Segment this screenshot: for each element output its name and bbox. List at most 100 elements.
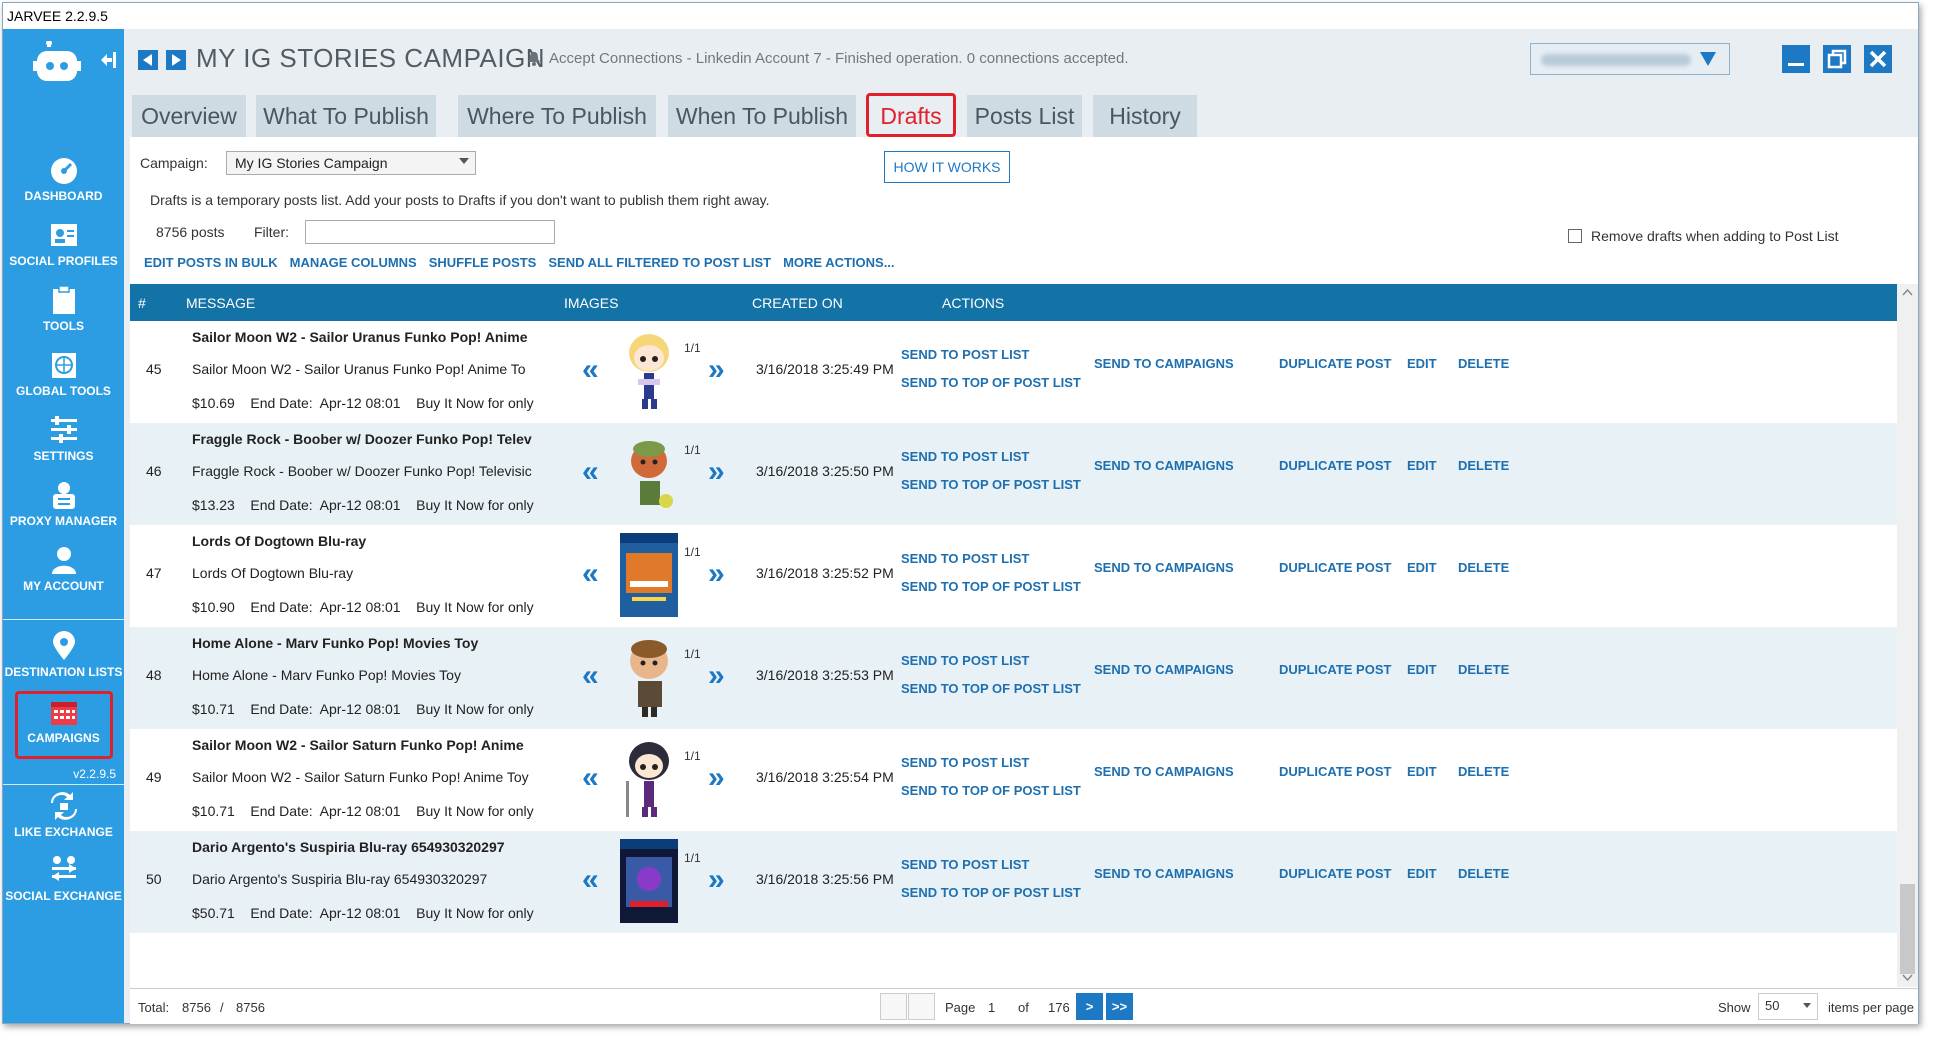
- table-row[interactable]: 49 Sailor Moon W2 - Sailor Saturn Funko P…: [130, 729, 1897, 831]
- send-to-campaigns-link[interactable]: SEND TO CAMPAIGNS: [1094, 560, 1234, 575]
- prev-image-icon[interactable]: «: [582, 457, 599, 487]
- prev-page-button[interactable]: [908, 993, 935, 1020]
- send-to-post-list-link[interactable]: SEND TO POST LIST: [901, 755, 1029, 770]
- duplicate-post-link[interactable]: DUPLICATE POST: [1279, 458, 1391, 473]
- last-page-button[interactable]: >>: [1106, 993, 1133, 1020]
- per-page-select[interactable]: 50: [1758, 993, 1818, 1020]
- nav-tools[interactable]: TOOLS: [3, 285, 124, 333]
- send-to-top-link[interactable]: SEND TO TOP OF POST LIST: [901, 375, 1081, 390]
- tab-when-to-publish[interactable]: When To Publish: [668, 95, 856, 137]
- tab-where-to-publish[interactable]: Where To Publish: [458, 95, 656, 137]
- edit-link[interactable]: EDIT: [1407, 560, 1437, 575]
- remove-drafts-checkbox[interactable]: [1568, 229, 1582, 243]
- edit-link[interactable]: EDIT: [1407, 764, 1437, 779]
- send-to-campaigns-link[interactable]: SEND TO CAMPAIGNS: [1094, 866, 1234, 881]
- nav-destination-lists[interactable]: DESTINATION LISTS: [3, 631, 124, 679]
- manage-columns-link[interactable]: MANAGE COLUMNS: [290, 255, 417, 270]
- more-actions-link[interactable]: MORE ACTIONS...: [783, 255, 894, 270]
- send-all-filtered-link[interactable]: SEND ALL FILTERED TO POST LIST: [548, 255, 771, 270]
- nav-global-tools[interactable]: GLOBAL TOOLS: [3, 350, 124, 398]
- restore-button[interactable]: [1823, 45, 1851, 73]
- duplicate-post-link[interactable]: DUPLICATE POST: [1279, 866, 1391, 881]
- delete-link[interactable]: DELETE: [1458, 560, 1509, 575]
- prev-image-icon[interactable]: «: [582, 661, 599, 691]
- message-price: $10.71 End Date: Apr-12 08:01 Buy It Now…: [192, 803, 534, 819]
- table-row[interactable]: 47 Lords Of Dogtown Blu-ray Lords Of Dogto…: [130, 525, 1897, 627]
- prev-image-icon[interactable]: «: [582, 763, 599, 793]
- close-button[interactable]: [1864, 45, 1892, 73]
- back-button[interactable]: [138, 50, 158, 70]
- campaign-select[interactable]: My IG Stories Campaign: [226, 151, 476, 175]
- first-page-button[interactable]: [880, 993, 907, 1020]
- edit-link[interactable]: EDIT: [1407, 866, 1437, 881]
- prev-image-icon[interactable]: «: [582, 865, 599, 895]
- collapse-sidebar-icon[interactable]: [99, 51, 117, 69]
- shuffle-posts-link[interactable]: SHUFFLE POSTS: [429, 255, 537, 270]
- how-it-works-button[interactable]: HOW IT WORKS: [884, 151, 1010, 183]
- duplicate-post-link[interactable]: DUPLICATE POST: [1279, 560, 1391, 575]
- table-row[interactable]: 50 Dario Argento's Suspiria Blu-ray 65493…: [130, 831, 1897, 933]
- send-to-post-list-link[interactable]: SEND TO POST LIST: [901, 347, 1029, 362]
- delete-link[interactable]: DELETE: [1458, 662, 1509, 677]
- scroll-up-icon[interactable]: [1902, 288, 1913, 296]
- nav-proxy-manager[interactable]: PROXY MANAGER: [3, 480, 124, 528]
- scrollbar[interactable]: [1897, 284, 1918, 987]
- version-label: v2.2.9.5: [73, 767, 116, 781]
- delete-link[interactable]: DELETE: [1458, 458, 1509, 473]
- next-image-icon[interactable]: »: [708, 865, 725, 895]
- nav-like-exchange[interactable]: LIKE EXCHANGE: [3, 791, 124, 839]
- nav-my-account[interactable]: MY ACCOUNT: [3, 545, 124, 593]
- send-to-post-list-link[interactable]: SEND TO POST LIST: [901, 449, 1029, 464]
- delete-link[interactable]: DELETE: [1458, 866, 1509, 881]
- tab-posts-list[interactable]: Posts List: [967, 95, 1082, 137]
- prev-image-icon[interactable]: «: [582, 355, 599, 385]
- prev-image-icon[interactable]: «: [582, 559, 599, 589]
- scroll-down-icon[interactable]: [1902, 974, 1913, 982]
- send-to-top-link[interactable]: SEND TO TOP OF POST LIST: [901, 579, 1081, 594]
- scroll-thumb[interactable]: [1900, 884, 1915, 974]
- page-number[interactable]: 1: [988, 1000, 995, 1015]
- send-to-top-link[interactable]: SEND TO TOP OF POST LIST: [901, 477, 1081, 492]
- delete-link[interactable]: DELETE: [1458, 764, 1509, 779]
- delete-link[interactable]: DELETE: [1458, 356, 1509, 371]
- send-to-post-list-link[interactable]: SEND TO POST LIST: [901, 551, 1029, 566]
- nav-dashboard[interactable]: DASHBOARD: [3, 155, 124, 203]
- send-to-campaigns-link[interactable]: SEND TO CAMPAIGNS: [1094, 764, 1234, 779]
- tab-drafts[interactable]: Drafts: [866, 93, 956, 137]
- next-image-icon[interactable]: »: [708, 661, 725, 691]
- send-to-post-list-link[interactable]: SEND TO POST LIST: [901, 857, 1029, 872]
- send-to-top-link[interactable]: SEND TO TOP OF POST LIST: [901, 885, 1081, 900]
- send-to-campaigns-link[interactable]: SEND TO CAMPAIGNS: [1094, 662, 1234, 677]
- edit-link[interactable]: EDIT: [1407, 458, 1437, 473]
- send-to-post-list-link[interactable]: SEND TO POST LIST: [901, 653, 1029, 668]
- tab-history[interactable]: History: [1093, 95, 1197, 137]
- duplicate-post-link[interactable]: DUPLICATE POST: [1279, 764, 1391, 779]
- nav-social-exchange[interactable]: SOCIAL EXCHANGE: [3, 855, 124, 903]
- col-num: #: [138, 295, 146, 311]
- filter-input[interactable]: [305, 220, 555, 244]
- minimize-button[interactable]: [1782, 45, 1810, 73]
- edit-link[interactable]: EDIT: [1407, 356, 1437, 371]
- tab-overview[interactable]: Overview: [132, 95, 246, 137]
- nav-settings[interactable]: SETTINGS: [3, 415, 124, 463]
- send-to-campaigns-link[interactable]: SEND TO CAMPAIGNS: [1094, 458, 1234, 473]
- table-row[interactable]: 45 Sailor Moon W2 - Sailor Uranus Funko P…: [130, 321, 1897, 423]
- next-page-button[interactable]: >: [1076, 993, 1103, 1020]
- duplicate-post-link[interactable]: DUPLICATE POST: [1279, 662, 1391, 677]
- edit-link[interactable]: EDIT: [1407, 662, 1437, 677]
- next-image-icon[interactable]: »: [708, 763, 725, 793]
- nav-social-profiles[interactable]: SOCIAL PROFILES: [3, 220, 124, 268]
- account-selector[interactable]: [1530, 43, 1730, 75]
- table-row[interactable]: 48 Home Alone - Marv Funko Pop! Movies To…: [130, 627, 1897, 729]
- next-image-icon[interactable]: »: [708, 457, 725, 487]
- edit-bulk-link[interactable]: EDIT POSTS IN BULK: [144, 255, 278, 270]
- next-image-icon[interactable]: »: [708, 355, 725, 385]
- send-to-top-link[interactable]: SEND TO TOP OF POST LIST: [901, 681, 1081, 696]
- duplicate-post-link[interactable]: DUPLICATE POST: [1279, 356, 1391, 371]
- next-image-icon[interactable]: »: [708, 559, 725, 589]
- send-to-campaigns-link[interactable]: SEND TO CAMPAIGNS: [1094, 356, 1234, 371]
- table-row[interactable]: 46 Fraggle Rock - Boober w/ Doozer Funko …: [130, 423, 1897, 525]
- forward-button[interactable]: [166, 50, 186, 70]
- send-to-top-link[interactable]: SEND TO TOP OF POST LIST: [901, 783, 1081, 798]
- tab-what-to-publish[interactable]: What To Publish: [256, 95, 436, 137]
